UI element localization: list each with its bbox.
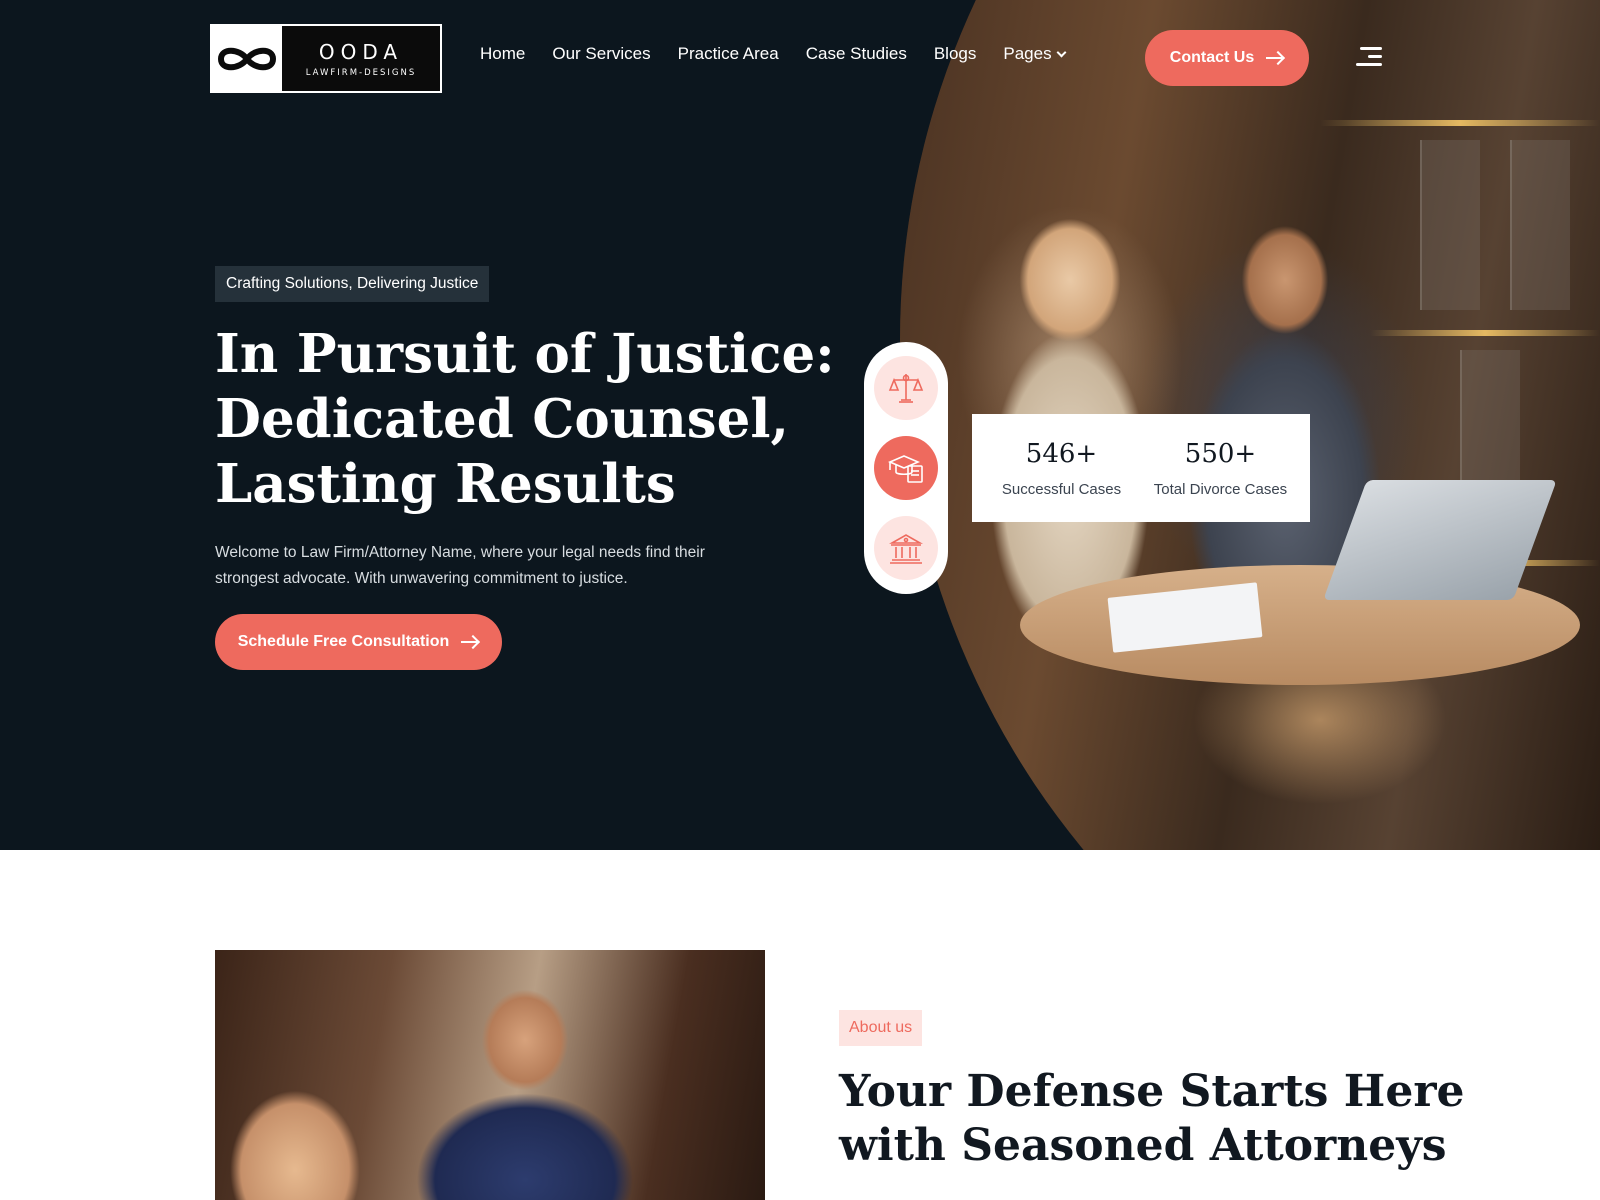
graduation-certificate-icon[interactable]: [874, 436, 938, 500]
stat-successful-cases: 546+ Successful Cases: [987, 439, 1137, 498]
chevron-down-icon: [1056, 47, 1067, 57]
arrow-right-icon: [1266, 51, 1284, 65]
about-badge: About us: [839, 1010, 923, 1046]
hero-title-line: In Pursuit of Justice:: [215, 323, 835, 385]
stat-value: 546+: [1025, 438, 1098, 469]
courthouse-icon[interactable]: [874, 516, 938, 580]
scales-icon[interactable]: [874, 356, 938, 420]
nav-our-services-label: Our Services: [552, 44, 651, 63]
about-title-line: Your Defense Starts Here: [839, 1066, 1465, 1117]
stat-label: Total Divorce Cases: [1153, 480, 1288, 498]
nav-pages-label: Pages: [1003, 44, 1052, 63]
hero-description: Welcome to Law Firm/Attorney Name, where…: [215, 544, 705, 587]
hero-section: OODA LAWFIRM-DESIGNS Home Our Services P…: [0, 0, 1600, 850]
infinity-icon: [212, 26, 282, 91]
nav-case-studies-label: Case Studies: [805, 44, 907, 63]
stats-card: 546+ Successful Cases 550+ Total Divorce…: [972, 414, 1310, 522]
hero-title-line: Lasting Results: [215, 453, 676, 515]
stat-total-divorce-cases: 550+ Total Divorce Cases: [1146, 439, 1296, 498]
nav-blogs[interactable]: Blogs: [934, 44, 977, 64]
arrow-right-icon: [461, 635, 479, 649]
nav-home[interactable]: Home: [480, 44, 525, 64]
contact-us-label: Contact Us: [1169, 49, 1255, 66]
stat-value: 550+: [1184, 438, 1257, 469]
brand-subtitle: LAWFIRM-DESIGNS: [305, 67, 417, 78]
nav-case-studies[interactable]: Case Studies: [806, 44, 907, 64]
stat-label: Successful Cases: [1001, 480, 1122, 498]
hero-title-line: Dedicated Counsel,: [215, 388, 789, 450]
hamburger-menu-icon[interactable]: [1356, 45, 1382, 69]
main-nav: Home Our Services Practice Area Case Stu…: [480, 44, 1067, 64]
hero-title: In Pursuit of Justice: Dedicated Counsel…: [215, 322, 835, 517]
nav-our-services[interactable]: Our Services: [552, 44, 650, 64]
hero-tagline: Crafting Solutions, Delivering Justice: [215, 266, 490, 302]
nav-blogs-label: Blogs: [933, 44, 977, 63]
nav-practice-area[interactable]: Practice Area: [678, 44, 779, 64]
about-photo: [215, 950, 765, 1200]
schedule-consultation-label: Schedule Free Consultation: [237, 633, 450, 650]
schedule-consultation-button[interactable]: Schedule Free Consultation: [215, 614, 502, 670]
practice-icons-pill: [864, 342, 948, 594]
nav-pages[interactable]: Pages: [1003, 44, 1067, 64]
contact-us-button[interactable]: Contact Us: [1145, 30, 1309, 86]
nav-practice-area-label: Practice Area: [677, 44, 779, 63]
nav-home-label: Home: [480, 44, 526, 63]
brand-logo[interactable]: OODA LAWFIRM-DESIGNS: [210, 24, 442, 93]
brand-name: OODA: [318, 39, 404, 64]
about-title-line: with Seasoned Attorneys: [839, 1120, 1447, 1171]
about-title: Your Defense Starts Here with Seasoned A…: [839, 1065, 1465, 1173]
